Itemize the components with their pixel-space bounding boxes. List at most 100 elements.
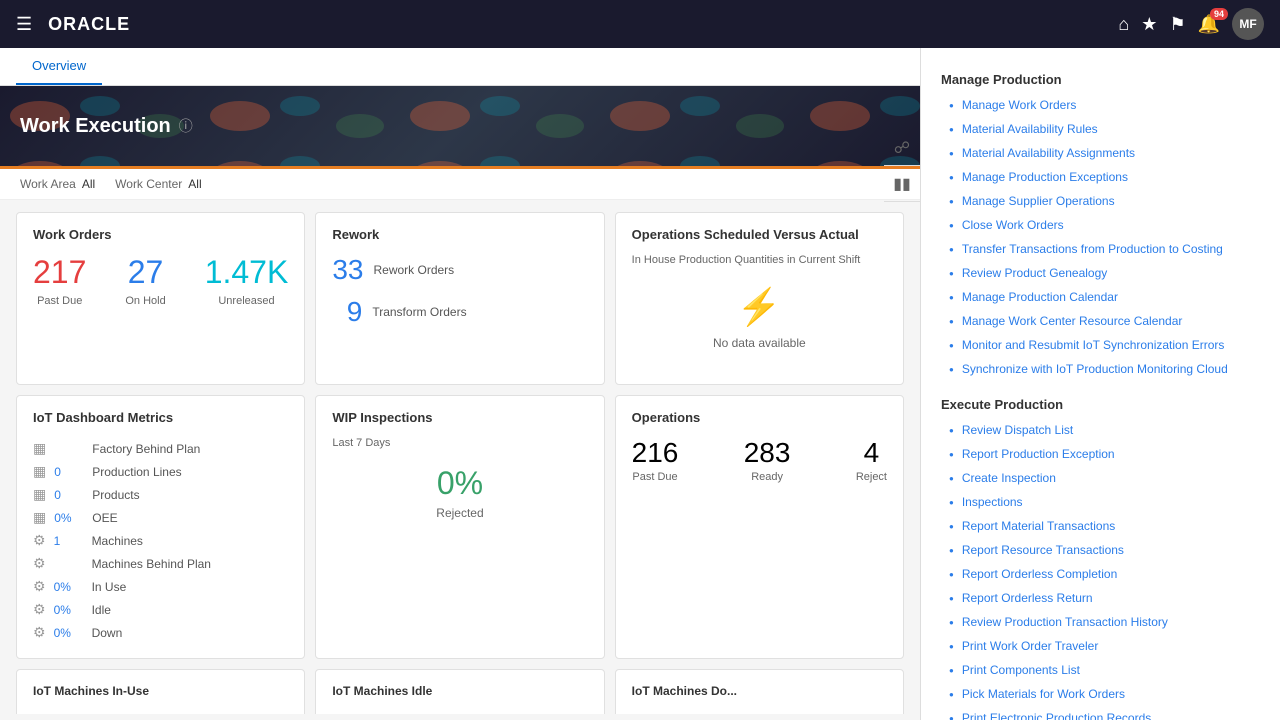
work-center-filter: Work Center All: [115, 177, 201, 191]
sidebar-execute-link-3[interactable]: Inspections: [962, 495, 1023, 509]
sidebar-manage-item-5[interactable]: ●Close Work Orders: [921, 213, 1280, 237]
user-avatar[interactable]: MF: [1232, 8, 1264, 40]
sidebar-execute-item-10[interactable]: ● Print Components List: [921, 658, 1280, 682]
bullet-icon: ●: [949, 666, 954, 675]
iot-dashboard-item-5: ⚙Machines Behind Plan: [33, 552, 288, 575]
gear-icon: ⚙: [33, 624, 46, 641]
sidebar-execute-link-11[interactable]: Pick Materials for Work Orders: [962, 687, 1125, 701]
notification-badge: 94: [1210, 8, 1228, 20]
sidebar-manage-link-1[interactable]: Material Availability Rules: [962, 122, 1098, 136]
sidebar-manage-item-7[interactable]: ● Review Product Genealogy: [921, 261, 1280, 285]
sidebar-manage-link-4[interactable]: Manage Supplier Operations: [962, 194, 1115, 208]
sidebar-execute-link-2[interactable]: Create Inspection: [962, 471, 1056, 485]
grid-icon: ▦: [33, 509, 46, 526]
list-view-icon[interactable]: ☍: [884, 130, 920, 166]
sidebar-manage-link-11[interactable]: Synchronize with IoT Production Monitori…: [962, 362, 1228, 376]
sidebar-manage-link-5[interactable]: Close Work Orders: [962, 218, 1064, 232]
bullet-icon: ●: [949, 570, 954, 579]
bullet-icon: ●: [949, 101, 954, 110]
tabs-bar: Overview: [0, 48, 920, 86]
bullet-icon: ●: [949, 642, 954, 651]
sidebar-manage-link-10[interactable]: Monitor and Resubmit IoT Synchronization…: [962, 338, 1225, 352]
gear-icon: ⚙: [33, 578, 46, 595]
sidebar-execute-item-7[interactable]: ●Report Orderless Return: [921, 586, 1280, 610]
sidebar-manage-item-3[interactable]: ● Manage Production Exceptions: [921, 165, 1280, 189]
sidebar-manage-item-4[interactable]: ●Manage Supplier Operations: [921, 189, 1280, 213]
work-center-value[interactable]: All: [188, 177, 201, 191]
ops-reject-metric: 4 Reject: [856, 437, 887, 483]
iot-dashboard-card: IoT Dashboard Metrics ▦Factory Behind Pl…: [16, 395, 305, 659]
sidebar-execute-item-0[interactable]: ●Review Dispatch List: [921, 418, 1280, 442]
notification-icon[interactable]: 🔔 94: [1198, 14, 1220, 35]
sidebar-manage-link-3[interactable]: Manage Production Exceptions: [962, 170, 1128, 184]
sidebar-execute-link-10[interactable]: Print Components List: [962, 663, 1080, 677]
iot-item-value-1: 0: [54, 465, 84, 479]
sidebar-execute-link-7[interactable]: Report Orderless Return: [962, 591, 1093, 605]
favorites-icon[interactable]: ★: [1141, 14, 1157, 35]
sidebar-execute-item-1[interactable]: ● Report Production Exception: [921, 442, 1280, 466]
bullet-icon: ●: [949, 690, 954, 699]
sidebar-execute-item-2[interactable]: ●Create Inspection: [921, 466, 1280, 490]
iot-item-value-3: 0%: [54, 511, 84, 525]
sidebar-execute-link-12[interactable]: Print Electronic Production Records: [962, 711, 1151, 720]
sidebar-manage-link-6[interactable]: Transfer Transactions from Production to…: [962, 242, 1223, 256]
sidebar-manage-item-1[interactable]: ●Material Availability Rules: [921, 117, 1280, 141]
sidebar-execute-item-6[interactable]: ● Report Orderless Completion: [921, 562, 1280, 586]
on-hold-value: 27: [125, 254, 165, 291]
sidebar-execute-link-1[interactable]: Report Production Exception: [962, 447, 1115, 461]
sidebar-manage-item-9[interactable]: ● Manage Work Center Resource Calendar: [921, 309, 1280, 333]
bullet-icon: ●: [949, 269, 954, 278]
work-area-value[interactable]: All: [82, 177, 95, 191]
sidebar-manage-item-0[interactable]: ● Manage Work Orders: [921, 93, 1280, 117]
sidebar-execute-item-5[interactable]: ●Report Resource Transactions: [921, 538, 1280, 562]
sidebar-manage-link-7[interactable]: Review Product Genealogy: [962, 266, 1107, 280]
work-area-filter: Work Area All: [20, 177, 95, 191]
sidebar-execute-item-12[interactable]: ●Print Electronic Production Records: [921, 706, 1280, 720]
sidebar-execute-link-4[interactable]: Report Material Transactions: [962, 519, 1115, 533]
flag-icon[interactable]: ⚑: [1169, 14, 1185, 35]
sidebar-manage-item-2[interactable]: ●Material Availability Assignments: [921, 141, 1280, 165]
chart-view-icon[interactable]: ▮▮: [884, 166, 920, 202]
sidebar-manage-item-6[interactable]: ●Transfer Transactions from Production t…: [921, 237, 1280, 261]
sidebar-manage-link-9[interactable]: Manage Work Center Resource Calendar: [962, 314, 1183, 328]
gear-icon: ⚙: [33, 601, 46, 618]
sidebar-execute-item-8[interactable]: ●Review Production Transaction History: [921, 610, 1280, 634]
iot-item-value-6: 0%: [54, 580, 84, 594]
sidebar-execute-item-11[interactable]: ● Pick Materials for Work Orders: [921, 682, 1280, 706]
tab-overview[interactable]: Overview: [16, 48, 102, 85]
iot-item-label-1: Production Lines: [92, 465, 181, 479]
sidebar-execute-item-3[interactable]: ●Inspections: [921, 490, 1280, 514]
iot-item-value-4: 1: [54, 534, 84, 548]
sidebar-execute-link-5[interactable]: Report Resource Transactions: [962, 543, 1124, 557]
sidebar-execute-item-4[interactable]: ● Report Material Transactions: [921, 514, 1280, 538]
gear-icon: ⚙: [33, 532, 46, 549]
sidebar-manage-item-10[interactable]: ●Monitor and Resubmit IoT Synchronizatio…: [921, 333, 1280, 357]
sidebar-execute-link-6[interactable]: Report Orderless Completion: [962, 567, 1117, 581]
operations-metrics-card: Operations 216 Past Due 283 Ready 4 Reje…: [615, 395, 904, 659]
bullet-icon: ●: [949, 317, 954, 326]
sidebar-execute-link-0[interactable]: Review Dispatch List: [962, 423, 1073, 437]
hamburger-menu[interactable]: ☰: [16, 14, 32, 35]
sidebar-manage-item-11[interactable]: ●Synchronize with IoT Production Monitor…: [921, 357, 1280, 381]
sidebar-execute-item-9[interactable]: ● Print Work Order Traveler: [921, 634, 1280, 658]
ops-past-due-value: 216: [632, 437, 679, 469]
sidebar-execute-link-9[interactable]: Print Work Order Traveler: [962, 639, 1098, 653]
help-icon[interactable]: ⓘ: [179, 116, 193, 136]
iot-dashboard-item-4: ⚙ 1 Machines: [33, 529, 288, 552]
sidebar-manage-item-8[interactable]: ●Manage Production Calendar: [921, 285, 1280, 309]
sidebar-manage-link-8[interactable]: Manage Production Calendar: [962, 290, 1118, 304]
bullet-icon: ●: [949, 450, 954, 459]
on-hold-metric: 27 On Hold: [125, 254, 165, 307]
sidebar-execute-link-8[interactable]: Review Production Transaction History: [962, 615, 1168, 629]
sidebar-manage-link-0[interactable]: Manage Work Orders: [962, 98, 1077, 112]
bullet-icon: ●: [949, 522, 954, 531]
operations-metrics-title: Operations: [632, 410, 887, 425]
ops-reject-value: 4: [856, 437, 887, 469]
content-area: Overview Work Execution ⓘ Work Area All …: [0, 48, 920, 720]
sidebar-manage-link-2[interactable]: Material Availability Assignments: [962, 146, 1135, 160]
home-icon[interactable]: ⌂: [1118, 14, 1129, 35]
iot-idle-title: IoT Machines Idle: [332, 684, 587, 698]
iot-item-label-4: Machines: [92, 534, 143, 548]
on-hold-label: On Hold: [125, 295, 165, 307]
bullet-icon: ●: [949, 173, 954, 182]
